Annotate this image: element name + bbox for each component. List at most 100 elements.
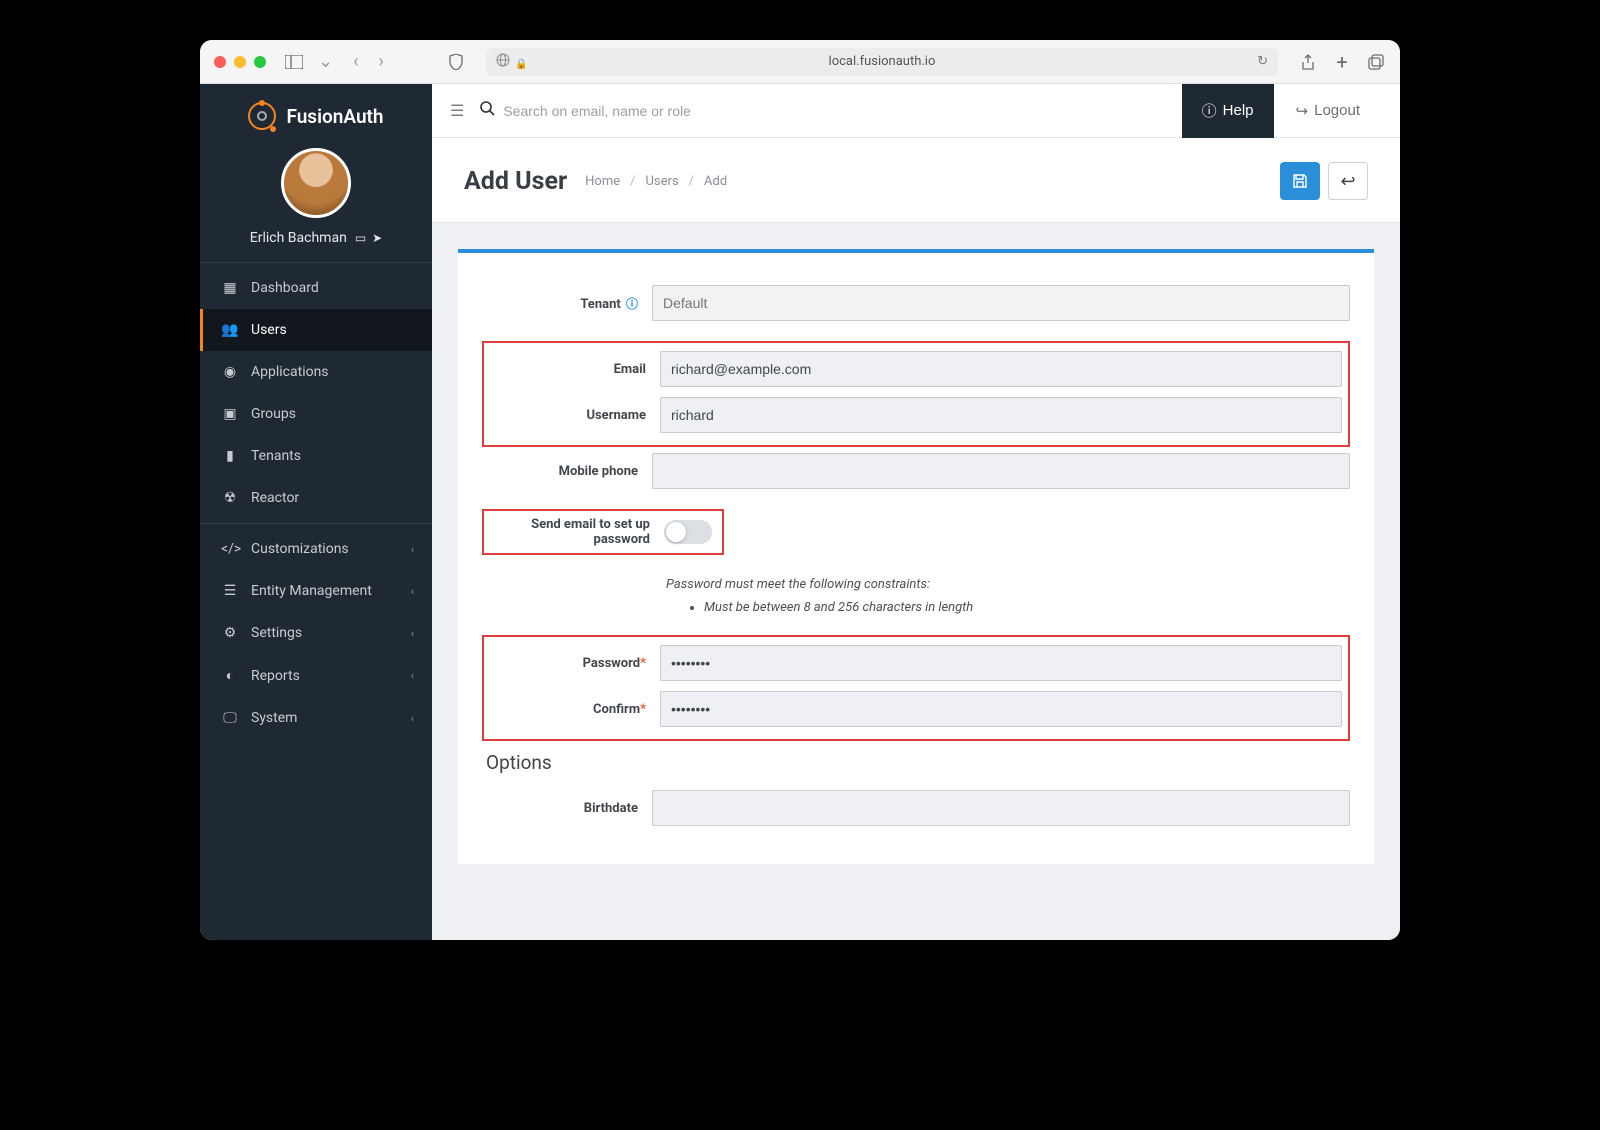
sidebar-item-entity-management[interactable]: ☰ Entity Management ‹ [200, 570, 432, 612]
breadcrumb-item[interactable]: Home [585, 174, 620, 189]
email-label: Email [614, 362, 646, 377]
profile-block: Erlich Bachman ▭ ➤ [200, 140, 432, 263]
page-header: Add User Home / Users / Add ↩ [432, 138, 1400, 223]
password-label: Password [583, 656, 640, 671]
traffic-lights [214, 56, 266, 68]
settings-icon: ⚙ [221, 625, 239, 641]
system-icon: 🖵 [221, 710, 239, 726]
new-tab-icon[interactable]: + [1332, 52, 1352, 72]
password-constraints-list: Must be between 8 and 256 characters in … [686, 600, 1350, 615]
address-bar[interactable]: 🔒 local.fusionauth.io ↻ [486, 48, 1278, 76]
tenants-icon: ▮ [221, 448, 239, 464]
sidebar-item-system[interactable]: 🖵 System ‹ [200, 697, 432, 739]
send-email-toggle[interactable] [664, 520, 712, 544]
sidebar-item-reactor[interactable]: ☢Reactor [200, 477, 432, 519]
breadcrumb-item: Add [704, 174, 727, 189]
users-icon: 👥 [221, 322, 239, 338]
options-title: Options [486, 751, 1350, 774]
globe-icon: 🔒 [496, 53, 528, 71]
sidebar-item-label: Applications [251, 364, 329, 380]
username-label: Username [586, 408, 646, 423]
sidebar-item-label: Dashboard [251, 280, 319, 296]
sidebar-item-settings[interactable]: ⚙Settings‹ [200, 612, 432, 654]
confirm-label: Confirm [593, 702, 640, 717]
chevron-left-icon: ‹ [411, 712, 414, 725]
sidebar-item-label: Tenants [251, 448, 301, 464]
page-title: Add User [464, 167, 567, 196]
shield-icon[interactable] [446, 52, 466, 72]
avatar[interactable] [281, 148, 351, 218]
sidebar-item-dashboard[interactable]: ▦ Dashboard [200, 267, 432, 309]
sidebar-item-groups[interactable]: ▣ Groups [200, 393, 432, 435]
sidebar-item-label: Reactor [251, 490, 299, 506]
main-content: ☰ ⓘ Help ↪ Logout Add User [432, 84, 1400, 940]
undo-icon: ↩ [1340, 171, 1355, 192]
form-panel: Tenant ⓘ Email Username [458, 249, 1374, 864]
save-icon [1292, 173, 1308, 189]
back-button[interactable]: ↩ [1328, 162, 1368, 200]
sidebar-item-label: Entity Management [251, 583, 372, 599]
email-field[interactable] [660, 351, 1342, 387]
dashboard-icon: ▦ [221, 280, 239, 296]
search-input[interactable] [503, 103, 1181, 119]
share-icon[interactable] [1298, 52, 1318, 72]
info-icon[interactable]: ⓘ [626, 297, 638, 311]
browser-window: ⌄ ‹ › 🔒 local.fusionauth.io ↻ + [200, 40, 1400, 940]
breadcrumb: Home / Users / Add [585, 174, 727, 189]
search [480, 101, 1181, 120]
sidebar-item-users[interactable]: 👥 Users [200, 309, 432, 351]
dropdown-icon[interactable]: ⌄ [312, 51, 339, 72]
password-constraints-header: Password must meet the following constra… [666, 577, 1350, 592]
password-field[interactable] [660, 645, 1342, 681]
tenant-field [652, 285, 1350, 321]
collapse-sidebar-icon[interactable]: ☰ [450, 101, 464, 120]
sidebar-toggle-icon[interactable] [284, 52, 304, 72]
topbar: ☰ ⓘ Help ↪ Logout [432, 84, 1400, 138]
breadcrumb-item[interactable]: Users [646, 174, 679, 189]
location-icon[interactable]: ➤ [372, 231, 382, 245]
browser-titlebar: ⌄ ‹ › 🔒 local.fusionauth.io ↻ + [200, 40, 1400, 84]
chevron-left-icon: ‹ [411, 543, 414, 556]
sidebar-item-customizations[interactable]: </> Customizations ‹ [200, 528, 432, 570]
mobile-label: Mobile phone [559, 464, 638, 479]
sidebar-item-label: System [251, 710, 297, 726]
help-button[interactable]: ⓘ Help [1182, 84, 1274, 138]
sidebar-nav: ▦ Dashboard 👥 Users ◉Applications ▣ Groups ▮ Ten… [200, 263, 432, 743]
constraint-item: Must be between 8 and 256 characters in … [704, 600, 1350, 615]
brand-logo-icon [248, 102, 276, 130]
search-icon [480, 101, 495, 120]
highlight-password: Password* Confirm* [482, 635, 1350, 741]
username-field[interactable] [660, 397, 1342, 433]
code-icon: </> [221, 541, 239, 557]
nav-back-icon[interactable]: ‹ [347, 51, 364, 72]
sidebar-item-label: Groups [251, 406, 296, 422]
sidebar-item-label: Users [251, 322, 287, 338]
mobile-field[interactable] [652, 453, 1350, 489]
sidebar-item-applications[interactable]: ◉Applications [200, 351, 432, 393]
logout-icon: ↪ [1296, 102, 1309, 120]
minimize-window-icon[interactable] [234, 56, 246, 68]
close-window-icon[interactable] [214, 56, 226, 68]
nav-forward-icon[interactable]: › [373, 51, 390, 72]
sidebar-item-tenants[interactable]: ▮ Tenants [200, 435, 432, 477]
tenant-label: Tenant [580, 297, 620, 312]
help-icon: ⓘ [1202, 100, 1217, 121]
sidebar-item-reports[interactable]: ◐Reports‹ [200, 654, 432, 697]
groups-icon: ▣ [221, 406, 239, 422]
birthdate-label: Birthdate [584, 801, 638, 816]
chevron-left-icon: ‹ [411, 585, 414, 598]
url-text: local.fusionauth.io [829, 54, 936, 69]
sidebar-item-label: Settings [251, 625, 302, 641]
tabs-icon[interactable] [1366, 52, 1386, 72]
birthdate-field[interactable] [652, 790, 1350, 826]
entity-icon: ☰ [221, 583, 239, 599]
vcard-icon[interactable]: ▭ [355, 231, 366, 245]
confirm-field[interactable] [660, 691, 1342, 727]
brand[interactable]: FusionAuth [200, 84, 432, 140]
save-button[interactable] [1280, 162, 1320, 200]
profile-name: Erlich Bachman [250, 230, 347, 246]
refresh-icon[interactable]: ↻ [1257, 54, 1268, 69]
sidebar-item-label: Customizations [251, 541, 349, 557]
maximize-window-icon[interactable] [254, 56, 266, 68]
logout-button[interactable]: ↪ Logout [1274, 84, 1382, 138]
